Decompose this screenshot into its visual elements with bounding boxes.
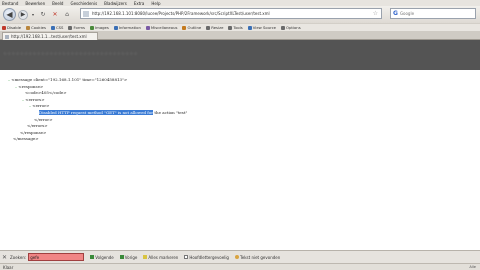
arrow-up-icon: [119, 255, 124, 259]
xml-line-errors-close: </errors>: [27, 123, 48, 129]
forms-icon: [68, 25, 73, 30]
back-arrow-icon: ◀: [6, 10, 13, 19]
bookmark-star-icon[interactable]: ☆: [373, 10, 378, 17]
back-button[interactable]: ◀: [3, 8, 16, 21]
menu-bookmarks[interactable]: Bladwijzers: [104, 1, 127, 6]
toolbar-tools[interactable]: Tools: [228, 25, 243, 30]
google-search-icon: G: [393, 10, 398, 17]
information-icon: [113, 25, 118, 30]
toolbar-css[interactable]: CSS: [50, 25, 63, 30]
xml-line-response-close: </response>: [20, 129, 47, 135]
home-button[interactable]: ⌂: [62, 10, 72, 20]
outline-icon: [182, 25, 187, 30]
toolbar-information[interactable]: Information: [113, 25, 141, 30]
forward-button[interactable]: ▶: [18, 9, 28, 20]
menu-tools[interactable]: Extra: [134, 1, 145, 6]
toolbar-view-source[interactable]: View Source: [247, 25, 276, 30]
resize-icon: [206, 25, 211, 30]
reload-icon: ↻: [40, 11, 46, 18]
xml-line-errors-open[interactable]: – <errors>: [8, 97, 187, 104]
xml-line-error-open[interactable]: – <error>: [8, 103, 187, 110]
banner-blurred-text: · · · · · · · · · · · · · · · · · · · · …: [4, 51, 137, 58]
address-bar[interactable]: ☆: [80, 8, 382, 19]
toolbar-forms[interactable]: Forms: [68, 25, 85, 30]
options-icon: [281, 25, 286, 30]
view-source-icon: [247, 25, 252, 30]
search-bar[interactable]: G: [390, 8, 476, 19]
arrow-down-icon: [90, 255, 95, 259]
close-icon[interactable]: ✕: [2, 254, 7, 261]
stop-icon: ✕: [52, 11, 58, 18]
status-right-text: Alle: [469, 265, 476, 269]
toolbar-images[interactable]: Images: [90, 25, 109, 30]
toolbar-options[interactable]: Options: [281, 25, 301, 30]
toolbar-cookies[interactable]: Cookies: [26, 25, 46, 30]
chevron-down-icon: ▾: [31, 12, 34, 17]
status-bar: Klaar Alle: [0, 263, 480, 270]
highlight-all-button[interactable]: Alles markeren: [143, 255, 178, 260]
miscellaneous-icon: [145, 25, 150, 30]
tab-label: http://192.168.1.1...test/user/test.xml: [11, 34, 87, 39]
disable-icon: [2, 25, 6, 30]
home-icon: ⌂: [65, 11, 69, 18]
images-icon: [90, 25, 94, 30]
xml-info-banner: · · · · · · · · · · · · · · · · · · · · …: [0, 40, 480, 70]
toolbar-disable[interactable]: Disable: [2, 25, 21, 30]
find-input[interactable]: [28, 253, 85, 261]
page-content: · · · · · · · · · · · · · · · · · · · · …: [0, 40, 480, 250]
toolbar-resize[interactable]: Resize: [206, 25, 223, 30]
menu-history[interactable]: Geschiedenis: [70, 1, 97, 6]
tab-bar: http://192.168.1.1...test/user/test.xml: [0, 31, 480, 40]
toolbar-outline[interactable]: Outline: [182, 25, 201, 30]
forward-arrow-icon: ▶: [20, 11, 26, 18]
web-developer-toolbar: Disable Cookies CSS Forms Images Informa…: [0, 23, 480, 31]
navigation-bar: ◀ ▶ ▾ ↻ ✕ ⌂ ☆ G: [0, 6, 480, 23]
selected-text-highlight: Disabled HTTP request method "GET" is no…: [39, 109, 154, 115]
menu-file[interactable]: Bestand: [2, 1, 18, 6]
find-bar: ✕ Zoeken: Volgende Vorige Alles markeren…: [0, 250, 480, 263]
page-favicon-icon: [83, 10, 89, 17]
url-input[interactable]: [92, 11, 372, 16]
status-text: Klaar: [3, 264, 14, 270]
find-previous-button[interactable]: Vorige: [119, 255, 137, 260]
menu-help[interactable]: Help: [151, 1, 160, 6]
menu-edit[interactable]: Bewerken: [25, 1, 45, 6]
xml-line-error-text: Disabled HTTP request method "GET" is no…: [39, 109, 188, 115]
tools-icon: [228, 25, 233, 30]
warning-icon: [234, 255, 239, 259]
toolbar-miscellaneous[interactable]: Miscellaneous: [145, 25, 177, 30]
cookies-icon: [26, 25, 31, 30]
find-label: Zoeken:: [10, 254, 27, 260]
search-input[interactable]: [399, 11, 470, 16]
reload-button[interactable]: ↻: [38, 10, 48, 20]
xml-line-message-close: </message>: [13, 136, 39, 142]
match-case-checkbox[interactable]: Hoofdlettergevoelig: [184, 255, 229, 260]
xml-line-message-open[interactable]: – <message client="192.168.1.101" time="…: [8, 77, 187, 84]
xml-line-response-open[interactable]: – <response>: [8, 84, 187, 91]
xml-tree: – <message client="192.168.1.101" time="…: [8, 77, 187, 143]
xml-line-error-close: </error>: [34, 116, 53, 122]
tab-favicon-icon: [5, 34, 9, 39]
find-next-button[interactable]: Volgende: [90, 255, 114, 260]
tab-test-xml[interactable]: http://192.168.1.1...test/user/test.xml: [2, 32, 98, 40]
not-found-message: Tekst niet gevonden: [234, 255, 280, 260]
stop-button[interactable]: ✕: [50, 10, 60, 20]
menu-view[interactable]: Beeld: [52, 1, 63, 6]
css-icon: [50, 25, 55, 30]
highlighter-icon: [143, 255, 148, 259]
history-dropdown[interactable]: ▾: [30, 10, 36, 20]
checkbox-icon: [184, 255, 189, 259]
xml-line-code: <code>405</code>: [25, 90, 67, 96]
